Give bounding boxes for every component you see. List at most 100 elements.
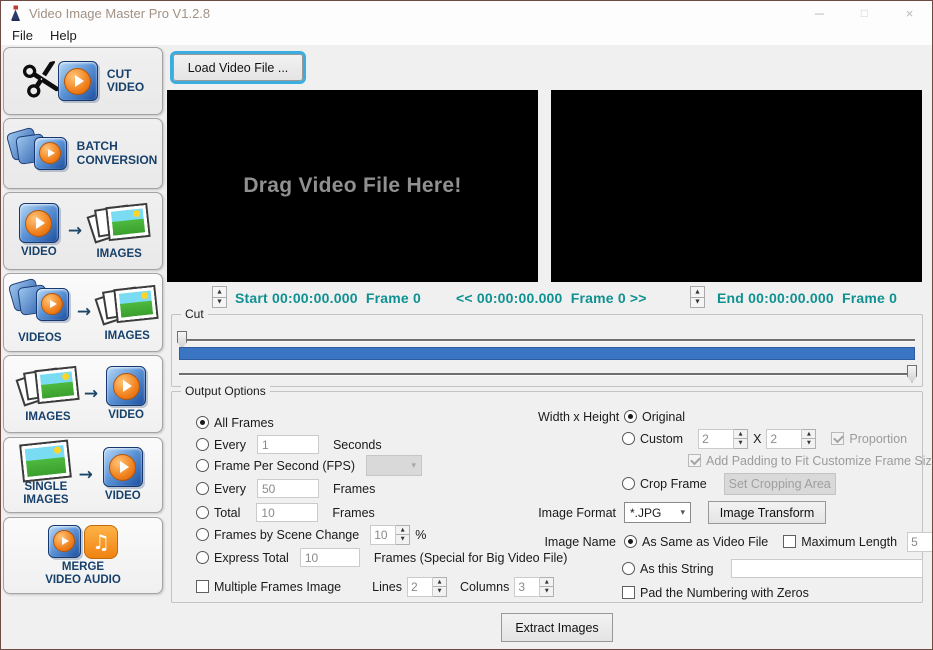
every-seconds-suffix: Seconds: [332, 437, 382, 452]
sidebar-item-images-to-video[interactable]: IMAGES → VIDEO: [3, 355, 163, 433]
as-this-string-radio[interactable]: [622, 562, 635, 575]
all-frames-label: All Frames: [214, 415, 274, 430]
fps-radio[interactable]: [196, 459, 209, 472]
columns-label: Columns: [460, 579, 510, 594]
end-time-label: End 00:00:00.000 Frame 0: [717, 290, 898, 306]
spin-up-icon[interactable]: ▲: [690, 286, 705, 297]
sidebar-item-merge-video-audio[interactable]: ♫ MERGE VIDEO AUDIO: [3, 517, 163, 594]
maximize-button[interactable]: □: [842, 1, 887, 25]
columns-stepper[interactable]: ▲ ▼: [540, 576, 555, 597]
pad-numbering-checkbox[interactable]: [622, 586, 635, 599]
current-time-label[interactable]: << 00:00:00.000 Frame 0 >>: [456, 290, 647, 306]
maximum-length-checkbox[interactable]: [783, 535, 797, 548]
spin-down-icon[interactable]: ▼: [802, 438, 817, 449]
crop-frame-radio[interactable]: [622, 477, 635, 490]
title-bar: Video Image Master Pro V1.2.8 ─ □ ×: [1, 1, 932, 25]
end-slider-track[interactable]: [179, 373, 915, 376]
sidebar-item-video-to-images[interactable]: VIDEO → IMAGES: [3, 192, 163, 270]
sidebar-item-single-images-to-video[interactable]: SINGLE IMAGES → VIDEO: [3, 437, 163, 513]
sidebar-item-label: MERGE VIDEO AUDIO: [45, 560, 121, 586]
size-custom-radio[interactable]: [622, 432, 635, 445]
spin-up-icon[interactable]: ▲: [212, 286, 227, 297]
spin-up-icon[interactable]: ▲: [540, 576, 555, 586]
sidebar-item-videos-to-images[interactable]: VIDEOS → IMAGES: [3, 273, 163, 352]
every-seconds-radio[interactable]: [196, 438, 209, 451]
minimize-button[interactable]: ─: [797, 1, 842, 25]
pad-numbering-label: Pad the Numbering with Zeros: [640, 585, 809, 600]
columns-input[interactable]: [514, 576, 541, 597]
start-slider-track[interactable]: [179, 339, 915, 342]
custom-height-stepper[interactable]: ▲ ▼: [802, 428, 817, 449]
spin-down-icon[interactable]: ▼: [396, 534, 411, 545]
spin-up-icon[interactable]: ▲: [802, 428, 817, 438]
sidebar-item-label-right: VIDEO: [104, 490, 141, 503]
load-video-file-button[interactable]: Load Video File ...: [173, 54, 303, 81]
scene-change-suffix: %: [415, 527, 427, 542]
menu-help[interactable]: Help: [50, 28, 77, 43]
express-total-label: Express Total: [214, 550, 289, 565]
source-preview-panel[interactable]: Drag Video File Here!: [167, 90, 538, 282]
videos-stack-icon: [5, 126, 67, 178]
set-cropping-area-button: Set Cropping Area: [723, 472, 836, 495]
images-stack-icon: [17, 364, 78, 408]
lines-input[interactable]: [407, 576, 434, 597]
spin-up-icon[interactable]: ▲: [433, 576, 448, 586]
all-frames-radio[interactable]: [196, 416, 209, 429]
window-title: Video Image Master Pro V1.2.8: [29, 5, 211, 21]
image-format-value: *.JPG: [630, 505, 662, 520]
spin-down-icon[interactable]: ▼: [433, 586, 448, 597]
output-options-group: Output Options All Frames Every Seconds …: [171, 384, 932, 603]
scene-change-stepper[interactable]: ▲ ▼: [396, 524, 411, 545]
every-frames-suffix: Frames: [332, 481, 376, 496]
total-frames-input[interactable]: [256, 503, 319, 522]
sidebar-item-label: CUT VIDEO: [106, 66, 145, 94]
as-this-string-input[interactable]: [730, 559, 923, 578]
spin-down-icon[interactable]: ▼: [540, 586, 555, 597]
end-time-stepper[interactable]: ▲ ▼: [690, 286, 705, 308]
every-frames-label: Every: [214, 481, 246, 496]
start-time-stepper[interactable]: ▲ ▼: [212, 286, 227, 308]
image-icon: [21, 441, 71, 480]
spin-down-icon[interactable]: ▼: [212, 296, 227, 308]
express-total-input[interactable]: [299, 548, 360, 567]
express-total-suffix: Frames (Special for Big Video File): [373, 550, 568, 565]
sidebar-item-label-left: IMAGES: [25, 411, 71, 424]
same-as-video-radio[interactable]: [624, 535, 637, 548]
maximum-length-label: Maximum Length: [801, 534, 898, 549]
every-frames-radio[interactable]: [196, 482, 209, 495]
total-frames-radio[interactable]: [196, 506, 209, 519]
spin-up-icon[interactable]: ▲: [734, 428, 749, 438]
close-button[interactable]: ×: [887, 1, 932, 25]
spin-down-icon[interactable]: ▼: [690, 296, 705, 308]
custom-height-input[interactable]: [766, 428, 803, 449]
output-options-title: Output Options: [181, 384, 270, 398]
image-format-select[interactable]: *.JPG ▾: [624, 502, 691, 523]
custom-width-input[interactable]: [698, 428, 735, 449]
scene-change-input[interactable]: [370, 524, 397, 545]
size-original-radio[interactable]: [624, 410, 637, 423]
menu-file[interactable]: File: [12, 28, 33, 43]
sidebar-item-cut-video[interactable]: CUT VIDEO: [3, 47, 163, 115]
spin-down-icon[interactable]: ▼: [734, 438, 749, 449]
images-stack-icon: [89, 201, 149, 245]
every-seconds-input[interactable]: [256, 435, 319, 454]
every-frames-input[interactable]: [256, 479, 319, 498]
maximum-length-input[interactable]: [907, 531, 932, 552]
sidebar-item-label-right: IMAGES: [104, 329, 150, 342]
end-slider-thumb[interactable]: [907, 365, 917, 383]
custom-width-stepper[interactable]: ▲ ▼: [734, 428, 749, 449]
scene-change-radio[interactable]: [196, 528, 209, 541]
spin-up-icon[interactable]: ▲: [396, 524, 411, 534]
width-height-label: Width x Height: [538, 409, 620, 424]
media-player-icon: [102, 447, 143, 488]
size-custom-label: Custom: [640, 431, 684, 446]
image-transform-button[interactable]: Image Transform: [708, 501, 826, 524]
lines-stepper[interactable]: ▲ ▼: [433, 576, 448, 597]
multiple-frames-checkbox[interactable]: [196, 580, 209, 593]
frame-preview-panel: [551, 90, 922, 282]
express-total-radio[interactable]: [196, 551, 209, 564]
sidebar-item-batch-conversion[interactable]: BATCH CONVERSION: [3, 118, 163, 189]
sidebar-item-label-left: VIDEO: [20, 246, 57, 259]
extract-images-button[interactable]: Extract Images: [501, 613, 613, 642]
cut-group-title: Cut: [181, 307, 208, 321]
